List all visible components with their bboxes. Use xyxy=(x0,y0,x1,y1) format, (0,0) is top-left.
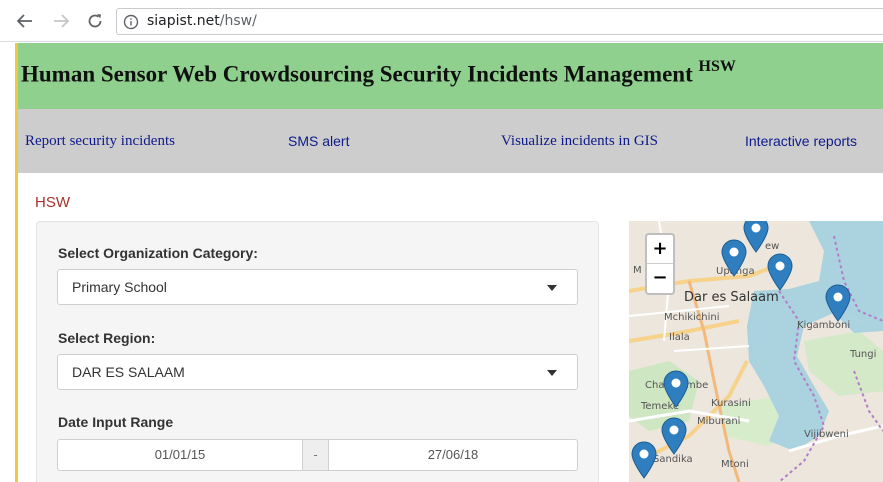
title-bar: Human Sensor Web Crowdsourcing Security … xyxy=(18,43,883,109)
map-label-mchikichini: Mchikichini xyxy=(664,312,720,323)
org-category-label: Select Organization Category: xyxy=(58,245,258,261)
back-arrow-icon[interactable] xyxy=(14,10,36,32)
incident-marker-icon[interactable] xyxy=(721,239,747,277)
info-icon[interactable] xyxy=(123,14,139,35)
map-label-tungi: Tungi xyxy=(850,349,877,360)
url-host: siapist.net xyxy=(147,13,220,29)
nav-report-incidents[interactable]: Report security incidents xyxy=(25,133,175,150)
url-text: siapist.net/hsw/ xyxy=(147,13,257,29)
date-range-input: 01/01/15 - 27/06/18 xyxy=(57,439,578,471)
browser-toolbar: siapist.net/hsw/ xyxy=(0,0,883,42)
page-heading: HSW xyxy=(35,194,70,211)
map-label-mtoni: Mtoni xyxy=(721,459,749,470)
incident-marker-icon[interactable] xyxy=(663,370,689,408)
url-path: /hsw/ xyxy=(219,13,257,29)
zoom-in-button[interactable]: + xyxy=(647,235,673,264)
filter-panel: Select Organization Category: Primary Sc… xyxy=(36,221,599,482)
map-label-sandika: Sandika xyxy=(653,454,693,465)
region-value: DAR ES SALAAM xyxy=(72,364,185,380)
date-range-label: Date Input Range xyxy=(58,414,174,430)
nav-sms-alert[interactable]: SMS alert xyxy=(288,133,349,149)
navbar: Report security incidents SMS alert Visu… xyxy=(18,109,883,173)
org-category-value: Primary School xyxy=(72,279,167,295)
zoom-out-button[interactable]: − xyxy=(647,264,673,293)
chevron-down-icon xyxy=(547,285,557,291)
nav-visualize-gis[interactable]: Visualize incidents in GIS xyxy=(501,133,658,150)
app-title: Human Sensor Web Crowdsourcing Security … xyxy=(21,58,736,88)
incident-map[interactable]: M ew Upanga Dar es Salaam Mchikichini Il… xyxy=(629,221,883,482)
app-title-text: Human Sensor Web Crowdsourcing Security … xyxy=(21,61,693,87)
org-category-select[interactable]: Primary School xyxy=(57,269,578,305)
incident-marker-icon[interactable] xyxy=(631,441,657,479)
incident-marker-icon[interactable] xyxy=(825,284,851,322)
map-label-m: M xyxy=(633,265,642,276)
map-label-vijibweni: Vijibweni xyxy=(804,429,849,440)
region-select[interactable]: DAR ES SALAAM xyxy=(57,354,578,390)
reload-icon[interactable] xyxy=(84,10,106,32)
app-title-sup: HSW xyxy=(698,58,736,75)
map-label-ilala: Ilala xyxy=(669,332,690,343)
map-label-kurasini: Kurasini xyxy=(711,398,751,409)
region-label: Select Region: xyxy=(58,330,156,346)
date-end-input[interactable]: 27/06/18 xyxy=(328,439,578,471)
forward-arrow-icon[interactable] xyxy=(50,10,72,32)
date-start-input[interactable]: 01/01/15 xyxy=(57,439,303,471)
map-label-miburani: Miburani xyxy=(697,416,741,427)
zoom-control: + − xyxy=(645,233,675,295)
incident-marker-icon[interactable] xyxy=(767,253,793,291)
date-separator: - xyxy=(303,439,328,471)
address-bar[interactable]: siapist.net/hsw/ xyxy=(116,8,883,35)
nav-interactive-reports[interactable]: Interactive reports xyxy=(745,133,857,149)
incident-marker-icon[interactable] xyxy=(661,417,687,455)
chevron-down-icon xyxy=(547,370,557,376)
map-label-city: Dar es Salaam xyxy=(684,290,779,305)
